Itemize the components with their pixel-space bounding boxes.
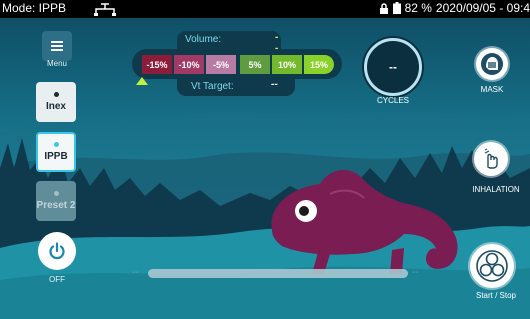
preset-indicator-dot bbox=[53, 191, 59, 196]
progress-left-value: -- bbox=[132, 267, 139, 278]
inhalation-label: INHALATION bbox=[472, 185, 520, 194]
power-button[interactable] bbox=[38, 232, 76, 270]
preset-indicator-dot bbox=[53, 92, 59, 97]
progress-right-value: -- bbox=[412, 267, 419, 278]
lock-icon bbox=[379, 2, 388, 14]
mode-label: Mode: IPPB bbox=[2, 1, 67, 15]
vt-target-readout: Vt Target: -- bbox=[177, 79, 295, 96]
start-stop-button[interactable] bbox=[470, 244, 514, 288]
preset-label: Preset 2 bbox=[36, 200, 76, 211]
cycles-gauge: -- bbox=[364, 38, 422, 96]
main-screen: Menu Inex IPPB Preset 2 OFF Volume: -- -… bbox=[0, 18, 530, 319]
status-bar: Mode: IPPB 82 % 2020/09/05 - 09:4 bbox=[0, 0, 530, 18]
power-icon bbox=[49, 242, 65, 260]
menu-button[interactable] bbox=[42, 31, 72, 61]
volume-segment-minus-10[interactable]: -10% bbox=[174, 55, 204, 74]
battery-level: 82 % bbox=[404, 1, 432, 15]
volume-marker-icon bbox=[136, 77, 148, 85]
volume-readout: Volume: -- bbox=[177, 31, 281, 54]
vt-target-value: -- bbox=[271, 79, 278, 90]
volume-label: Volume: bbox=[185, 34, 222, 45]
menu-label: Menu bbox=[46, 59, 67, 68]
cycles-value: -- bbox=[389, 60, 397, 74]
volume-segment-plus-10[interactable]: 10% bbox=[272, 55, 302, 74]
mask-label: MASK bbox=[480, 85, 504, 94]
volume-panel: Volume: -- -15% -10% -5% 5% 10% 15% Vt T… bbox=[132, 31, 342, 97]
preset-label: IPPB bbox=[44, 151, 68, 162]
status-right: 82 % 2020/09/05 - 09:4 bbox=[379, 1, 530, 15]
date-time: 2020/09/05 - 09:4 bbox=[435, 1, 530, 15]
preset-indicator-dot bbox=[53, 142, 59, 147]
vt-target-label: Vt Target: bbox=[191, 81, 234, 92]
inhalation-button[interactable] bbox=[474, 142, 508, 176]
volume-segment-minus-15[interactable]: -15% bbox=[142, 55, 172, 74]
preset-inex-button[interactable]: Inex bbox=[36, 82, 76, 122]
hand-press-icon bbox=[484, 148, 498, 169]
mask-icon bbox=[481, 53, 503, 75]
volume-segment-plus-5[interactable]: 5% bbox=[240, 55, 270, 74]
volume-segment-plus-15[interactable]: 15% bbox=[304, 55, 334, 74]
hamburger-icon bbox=[51, 41, 63, 51]
usb-icon bbox=[94, 3, 116, 16]
preset-label: Inex bbox=[45, 101, 66, 112]
preset-2-button[interactable]: Preset 2 bbox=[36, 181, 76, 221]
progress-bar bbox=[148, 269, 408, 278]
cycles-label: CYCLES bbox=[376, 96, 409, 105]
fan-icon bbox=[476, 250, 508, 282]
mask-button[interactable] bbox=[476, 48, 508, 80]
power-label: OFF bbox=[49, 275, 65, 284]
preset-ippb-button[interactable]: IPPB bbox=[36, 132, 76, 172]
volume-segment-minus-5[interactable]: -5% bbox=[206, 55, 236, 74]
start-stop-label: Start / Stop bbox=[475, 291, 517, 300]
battery-icon bbox=[392, 2, 401, 14]
